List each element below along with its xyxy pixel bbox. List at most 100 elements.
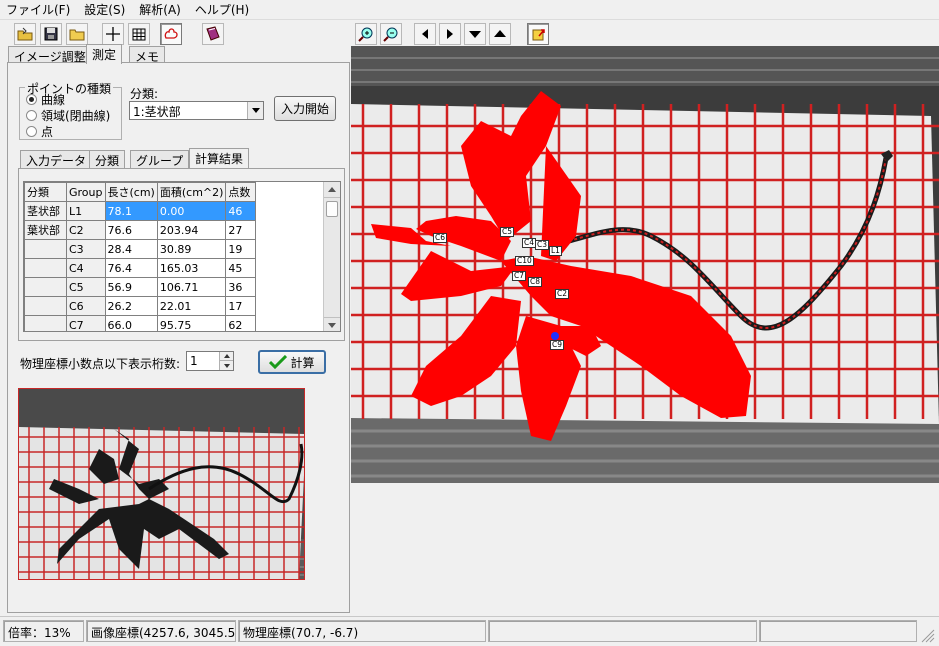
results-table: 分類 Group 長さ(cm) 面積(cm^2) 点数 茎状部 L1 78.1 … [24,182,257,331]
pan-up-button[interactable] [489,23,511,45]
results-table-wrap: 分類 Group 長さ(cm) 面積(cm^2) 点数 茎状部 L1 78.1 … [23,181,341,332]
radio-point[interactable]: 点 [26,123,53,140]
radio-curve[interactable]: 曲線 [26,91,65,108]
cell-area: 106.71 [156,277,227,297]
save-button[interactable] [40,23,62,45]
outline-tool-button[interactable] [160,23,182,45]
folder-button[interactable] [66,23,88,45]
zoom-out-button[interactable] [380,23,402,45]
region-label: C8 [528,277,543,287]
scroll-thumb[interactable] [326,201,338,217]
cell-area: 22.01 [156,296,227,316]
radio-region[interactable]: 領域(閉曲線) [26,107,110,124]
cell-area: 0.00 [156,201,227,221]
classification-select[interactable]: 1:茎状部 [129,101,264,120]
export-button[interactable] [527,23,549,45]
calculate-button-label: 計算 [290,355,315,370]
table-row[interactable]: 葉状部 C2 76.6 203.94 27 [24,220,257,240]
cell-group: C6 [66,296,106,316]
region-label: C4 [522,238,537,248]
calculate-button[interactable]: 計算 [258,350,326,374]
resize-grip-icon[interactable] [921,629,935,643]
dropdown-arrow-icon[interactable] [247,102,263,119]
thumbnail-image [19,389,304,579]
table-row[interactable]: C3 28.4 30.89 19 [24,239,257,259]
subtab-group[interactable]: グループ [130,150,190,168]
stepper-down-icon[interactable] [219,361,233,370]
cell-length: 76.4 [104,258,158,278]
table-row[interactable]: C6 26.2 22.01 17 [24,296,257,316]
zoom-status: 倍率：13% [3,620,84,642]
start-input-button[interactable]: 入力開始 [274,96,336,121]
col-header-class: 分類 [24,182,67,202]
cell-class [24,258,67,278]
cell-group: L1 [66,201,106,221]
radio-dot-icon [26,110,37,121]
outline-icon [164,28,178,39]
save-icon [44,27,58,41]
main-image-canvas[interactable]: C6 C5 C4 C3 L1 C10 C7 C8 C2 C9 [351,46,939,483]
table-row[interactable]: C5 56.9 106.71 36 [24,277,257,297]
scroll-down-icon[interactable] [324,317,340,331]
cell-class: 茎状部 [24,201,67,221]
cell-group: C4 [66,258,106,278]
cell-length: 66.0 [104,315,158,331]
cell-points: 36 [225,277,257,297]
cell-points: 27 [225,220,257,240]
scroll-up-icon[interactable] [324,182,340,198]
arrow-up-icon [494,30,506,37]
menu-settings[interactable]: 設定(S) [84,1,125,18]
cell-area: 95.75 [156,315,227,331]
grid-button[interactable] [128,23,150,45]
crosshair-button[interactable] [102,23,124,45]
physical-coord-status: 物理座標(70.7, -6.7) [238,620,486,642]
col-header-area: 面積(cm^2) [156,182,227,202]
tab-measure[interactable]: 測定 [86,44,123,64]
cell-class [24,296,67,316]
classification-value: 1:茎状部 [133,105,181,119]
radio-dot-icon [26,94,37,105]
region-label: C10 [515,256,534,266]
pan-left-button[interactable] [414,23,436,45]
menu-analysis[interactable]: 解析(A) [139,1,181,18]
cell-points: 19 [225,239,257,259]
table-scrollbar[interactable] [323,182,340,331]
open-folder-button[interactable] [14,23,36,45]
thumbnail-preview[interactable] [18,388,305,580]
book-button[interactable] [202,23,224,45]
subtab-classification[interactable]: 分類 [89,150,126,168]
cell-length: 26.2 [104,296,158,316]
point-type-group: ポイントの種類 曲線 領域(閉曲線) 点 [19,80,122,140]
cell-group: C5 [66,277,106,297]
cell-class [24,315,67,331]
cell-area: 165.03 [156,258,227,278]
status-cell-empty [759,620,917,642]
zoom-in-icon [358,27,373,42]
stepper-up-icon[interactable] [219,352,233,361]
arrow-down-icon [469,31,481,38]
grid-icon [132,28,146,41]
region-label: L1 [549,246,562,256]
cell-group: C2 [66,220,106,240]
pan-right-button[interactable] [439,23,461,45]
menu-help[interactable]: ヘルプ(H) [195,1,249,18]
pan-down-button[interactable] [464,23,486,45]
cell-points: 46 [225,201,257,221]
menu-file[interactable]: ファイル(F) [6,1,70,18]
region-label: C2 [555,289,570,299]
zoom-out-icon [383,27,398,42]
zoom-in-button[interactable] [355,23,377,45]
cell-class: 葉状部 [24,220,67,240]
menu-bar: ファイル(F) 設定(S) 解析(A) ヘルプ(H) [0,0,939,20]
table-row[interactable]: 茎状部 L1 78.1 0.00 46 [24,201,257,221]
radio-curve-label: 曲線 [41,93,66,107]
subtab-input-data[interactable]: 入力データ [20,150,93,168]
table-row[interactable]: C4 76.4 165.03 45 [24,258,257,278]
cell-length: 56.9 [104,277,158,297]
radio-point-label: 点 [41,125,54,139]
decimal-digits-stepper[interactable]: 1 [186,351,234,371]
subtab-results[interactable]: 計算結果 [189,148,250,168]
table-row[interactable]: C7 66.0 95.75 62 [24,315,257,331]
open-folder-icon [17,27,33,41]
cell-length: 28.4 [104,239,158,259]
